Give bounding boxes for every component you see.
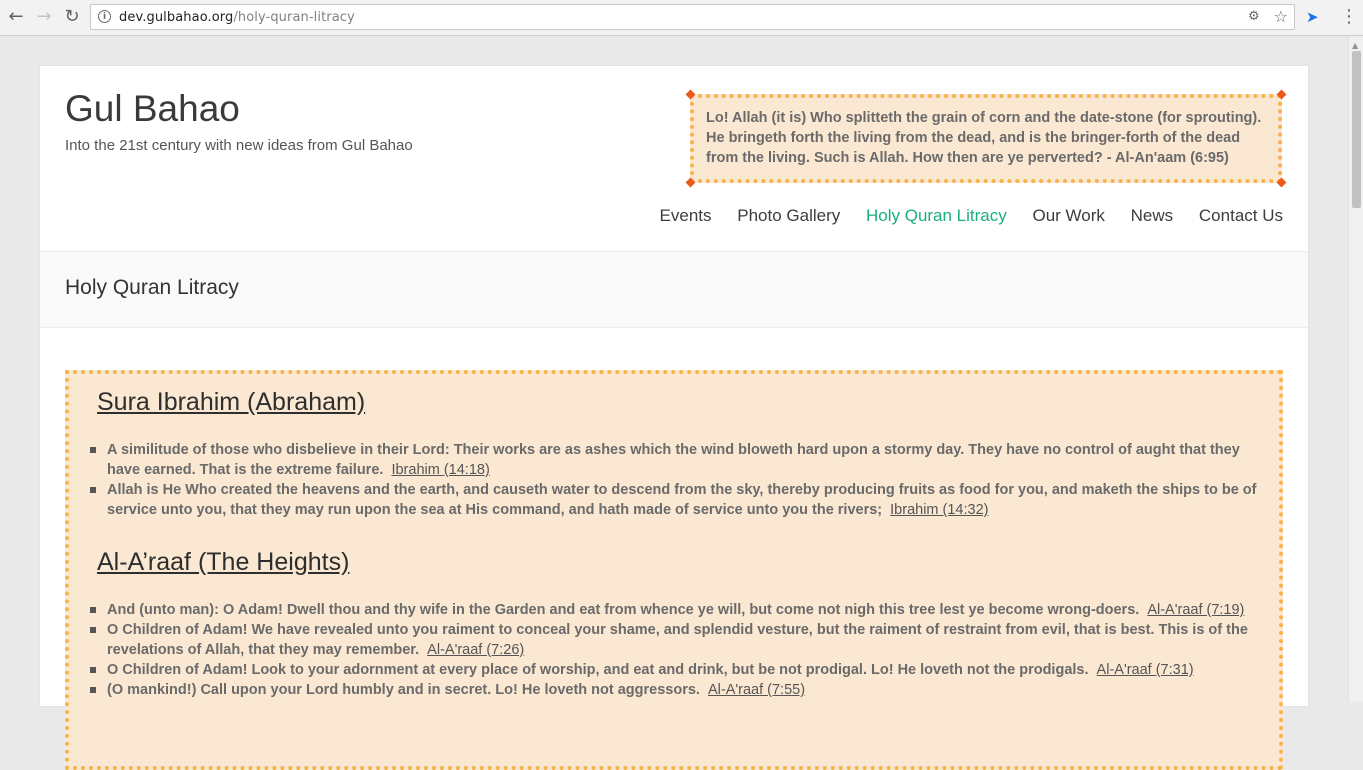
verse-text: Allah is He Who created the heavens and … <box>107 482 1257 518</box>
header-quote-text: Lo! Allah (it is) Who splitteth the grai… <box>706 110 1262 166</box>
nav-item-holy-quran-litracy[interactable]: Holy Quran Litracy <box>866 206 1007 225</box>
verse-item: O Children of Adam! Look to your adornme… <box>90 660 1259 680</box>
verse-reference-link[interactable]: Al-A'raaf (7:55) <box>708 682 805 698</box>
nav-item-news[interactable]: News <box>1131 206 1174 225</box>
reload-icon[interactable]: ↻ <box>61 6 83 28</box>
nav-item-events[interactable]: Events <box>660 206 712 225</box>
corner-ornament <box>685 177 696 188</box>
verse-text: O Children of Adam! Look to your adornme… <box>107 662 1089 678</box>
bookmark-star-icon[interactable]: ☆ <box>1274 8 1288 26</box>
bullet-icon <box>90 487 96 493</box>
corner-ornament <box>1276 89 1287 100</box>
verse-reference-link[interactable]: Ibrahim (14:32) <box>890 502 988 518</box>
bullet-icon <box>90 607 96 613</box>
url-domain: dev.gulbahao.org <box>119 10 234 25</box>
back-arrow-icon[interactable]: ← <box>5 6 27 28</box>
corner-ornament <box>685 89 696 100</box>
corner-ornament <box>1276 177 1287 188</box>
address-bar[interactable]: i dev.gulbahao.org/holy-quran-litracy ⚙ … <box>90 4 1295 30</box>
forward-arrow-icon[interactable]: → <box>33 6 55 28</box>
nav-item-photo-gallery[interactable]: Photo Gallery <box>737 206 840 225</box>
site-tagline: Into the 21st century with new ideas fro… <box>65 137 413 154</box>
url-path: /holy-quran-litracy <box>233 10 355 25</box>
scrollbar-thumb[interactable] <box>1352 51 1361 208</box>
page-title-band: Holy Quran Litracy <box>40 251 1308 328</box>
sura-heading: Sura Ibrahim (Abraham) <box>97 388 366 416</box>
verse-reference-link[interactable]: Al-A'raaf (7:26) <box>427 642 524 658</box>
info-icon[interactable]: i <box>98 10 111 23</box>
verse-item: A similitude of those who disbelieve in … <box>90 440 1259 480</box>
sura-heading: Al-A’raaf (The Heights) <box>97 548 350 576</box>
bullet-icon <box>90 667 96 673</box>
verse-text: A similitude of those who disbelieve in … <box>107 442 1240 478</box>
corner-ornament <box>69 374 71 376</box>
bullet-icon <box>90 447 96 453</box>
site-title[interactable]: Gul Bahao <box>65 88 240 130</box>
verse-reference-link[interactable]: Al-A'raaf (7:31) <box>1097 662 1194 678</box>
verse-text: And (unto man): O Adam! Dwell thou and t… <box>107 602 1140 618</box>
quran-content-box: Sura Ibrahim (Abraham) A similitude of t… <box>65 370 1283 770</box>
verse-reference-link[interactable]: Ibrahim (14:18) <box>391 462 489 478</box>
verse-text: (O mankind!) Call upon your Lord humbly … <box>107 682 700 698</box>
site-page: Gul Bahao Into the 21st century with new… <box>40 66 1308 770</box>
verse-item: And (unto man): O Adam! Dwell thou and t… <box>90 600 1259 620</box>
verse-list: A similitude of those who disbelieve in … <box>90 440 1259 520</box>
page-title: Holy Quran Litracy <box>65 276 239 299</box>
blocked-content-icon[interactable]: ⚙ <box>1248 9 1264 25</box>
scroll-up-arrow-icon[interactable]: ▲ <box>1352 41 1358 50</box>
header-quote-box: Lo! Allah (it is) Who splitteth the grai… <box>685 89 1287 188</box>
url-text[interactable]: dev.gulbahao.org/holy-quran-litracy <box>119 10 355 25</box>
bullet-icon <box>90 627 96 633</box>
verse-text: O Children of Adam! We have revealed unt… <box>107 622 1248 658</box>
extension-icon[interactable]: ➤ <box>1306 8 1324 26</box>
verse-list: And (unto man): O Adam! Dwell thou and t… <box>90 600 1259 700</box>
corner-ornament <box>1277 374 1279 376</box>
verse-item: O Children of Adam! We have revealed unt… <box>90 620 1259 660</box>
page-scrollbar[interactable]: ▲ <box>1348 37 1363 702</box>
browser-toolbar: ← → ↻ i dev.gulbahao.org/holy-quran-litr… <box>0 0 1363 36</box>
verse-reference-link[interactable]: Al-A'raaf (7:19) <box>1147 602 1244 618</box>
nav-item-contact-us[interactable]: Contact Us <box>1199 206 1283 225</box>
verse-item: Allah is He Who created the heavens and … <box>90 480 1259 520</box>
verse-item: (O mankind!) Call upon your Lord humbly … <box>90 680 1259 700</box>
bullet-icon <box>90 687 96 693</box>
main-navigation: Events Photo Gallery Holy Quran Litracy … <box>639 206 1283 226</box>
nav-item-our-work[interactable]: Our Work <box>1033 206 1105 225</box>
browser-menu-icon[interactable]: ⋮ <box>1340 6 1358 28</box>
